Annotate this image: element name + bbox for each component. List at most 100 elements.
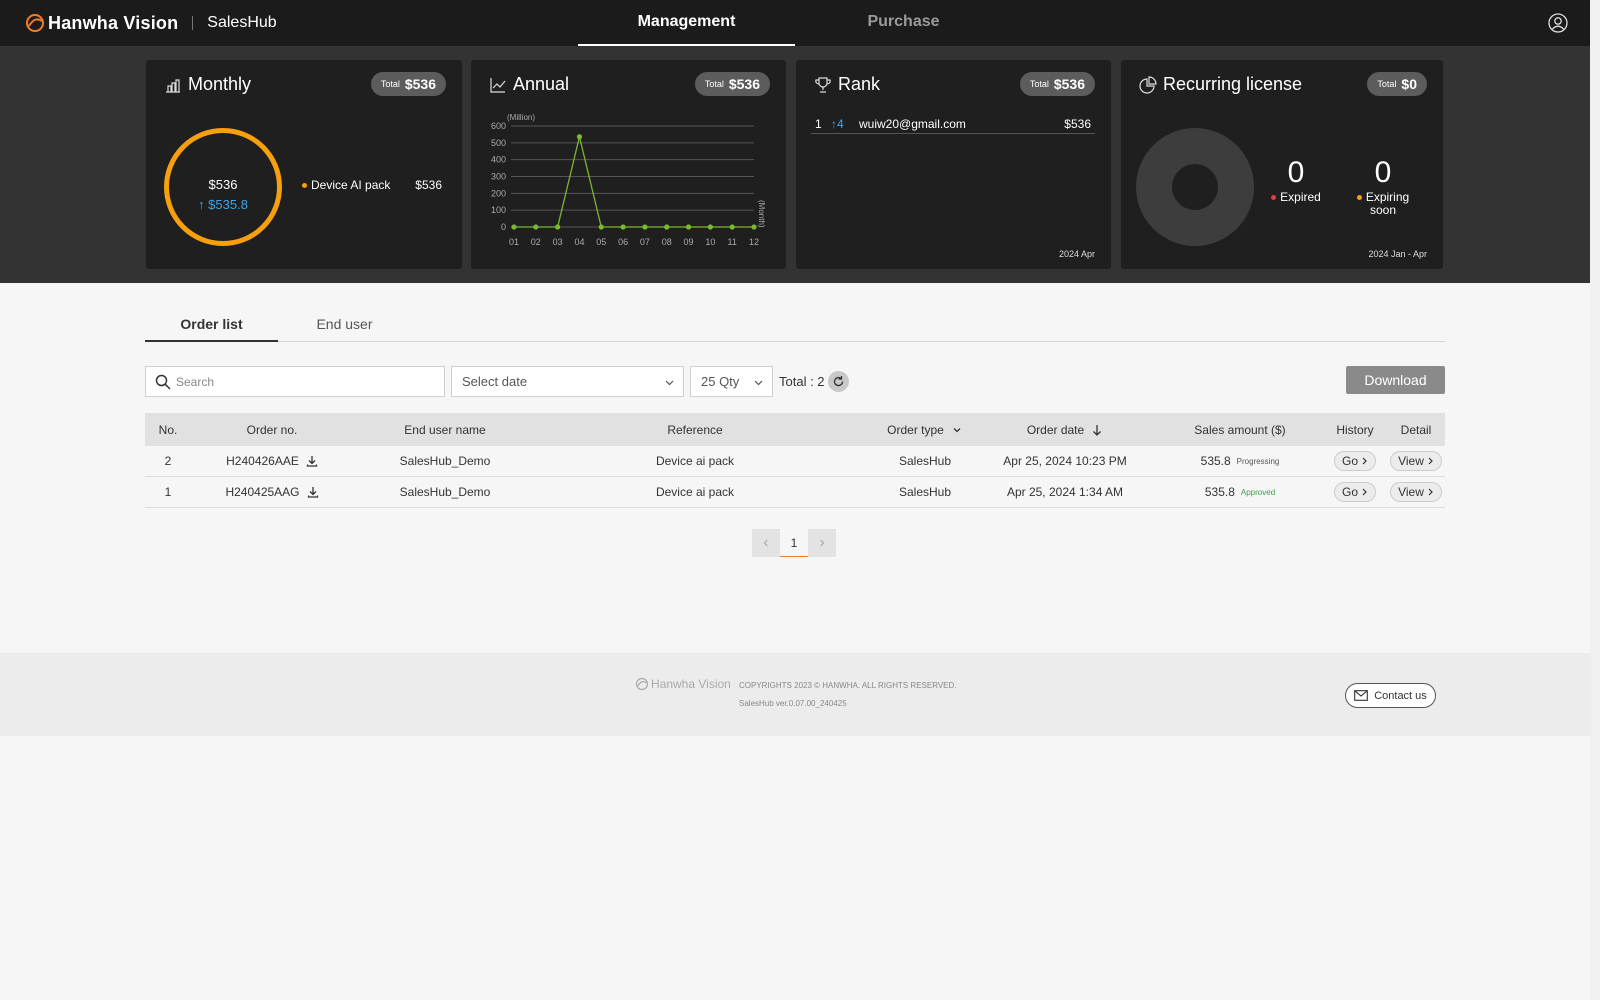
- data-point: [751, 224, 757, 230]
- user-account-icon[interactable]: [1548, 13, 1568, 33]
- order-date: Apr 25, 2024 1:34 AM: [1006, 485, 1124, 499]
- expiring-label-line2: soon: [1369, 203, 1397, 217]
- column-order-date[interactable]: Order date: [990, 413, 1140, 446]
- data-point: [511, 224, 517, 230]
- rank-title: Rank: [838, 74, 881, 94]
- end-user-name: SalesHub_Demo: [399, 485, 491, 499]
- monthly-total-badge: Total $536: [370, 72, 446, 96]
- rank-row[interactable]: 1 ↑4 wuiw20@gmail.com $536: [811, 114, 1095, 134]
- history-go-button[interactable]: Go: [1333, 451, 1376, 471]
- x-tick-label: 08: [662, 237, 672, 247]
- page-number[interactable]: 1: [780, 529, 808, 557]
- data-point: [576, 134, 583, 140]
- hanwha-logo-icon: [635, 677, 649, 691]
- rank-total-badge: Total $536: [1019, 72, 1095, 96]
- data-point: [620, 224, 626, 230]
- brand-name: Hanwha Vision: [48, 12, 179, 33]
- monthly-donut-value: $536: [208, 177, 238, 192]
- table-row[interactable]: 1 H240425AAG SalesHub_Demo Device ai pac…: [145, 477, 1445, 508]
- series-line: [514, 136, 754, 228]
- x-tick-label: 04: [574, 237, 584, 247]
- x-tick-label: 12: [749, 237, 759, 247]
- recurring-donut-chart: [1136, 128, 1254, 246]
- legend-value: $536: [415, 178, 442, 192]
- reference: Device ai pack: [655, 454, 735, 468]
- date-select[interactable]: Select date: [451, 366, 684, 397]
- x-axis-label: (Month): [757, 200, 766, 228]
- content-tabs: Order list End user: [145, 311, 1445, 342]
- chevron-down-icon: [754, 380, 763, 386]
- recurring-total-value: $0: [1401, 76, 1417, 92]
- quantity-select[interactable]: 25 Qty: [690, 366, 773, 397]
- download-icon[interactable]: [307, 486, 319, 498]
- x-tick-label: 01: [509, 237, 519, 247]
- chevron-right-icon: [1362, 457, 1367, 465]
- monthly-card: Monthly Total $536 $536 ↑ $535.8 Device …: [146, 60, 462, 269]
- recurring-license-card: Recurring license Total $0 0 Expired 0 E…: [1121, 60, 1443, 269]
- hanwha-logo-icon: [26, 14, 44, 32]
- rank-email: wuiw20@gmail.com: [859, 116, 966, 131]
- y-tick-label: 300: [491, 172, 506, 182]
- version-text: SalesHub ver.0.07.00_240425: [739, 699, 847, 708]
- bar-chart-icon: [166, 78, 180, 93]
- app-name: SalesHub: [207, 14, 277, 31]
- monthly-legend-item: Device AI pack $536: [302, 178, 442, 192]
- download-button[interactable]: Download: [1346, 366, 1445, 394]
- contact-us-button[interactable]: Contact us: [1345, 683, 1436, 708]
- x-tick-label: 07: [640, 237, 650, 247]
- detail-view-button[interactable]: View: [1390, 451, 1442, 471]
- legend-dot-icon: [302, 183, 307, 189]
- footer: Hanwha Vision COPYRIGHTS 2023 © HANWHA. …: [0, 653, 1590, 736]
- expiring-stat: 0 Expiring soon: [1343, 156, 1423, 216]
- reference: Device ai pack: [655, 485, 735, 499]
- y-tick-label: 500: [491, 138, 506, 148]
- data-point: [533, 224, 539, 230]
- rank-value: $536: [1064, 116, 1091, 131]
- brand-logo[interactable]: Hanwha Vision SalesHub: [24, 12, 277, 34]
- download-icon[interactable]: [306, 455, 318, 467]
- prev-page-button[interactable]: [752, 529, 780, 557]
- pagination: 1: [752, 529, 836, 557]
- table-row[interactable]: 2 H240426AAE SalesHub_Demo Device ai pac…: [145, 446, 1445, 477]
- chevron-down-icon: [953, 427, 961, 432]
- expiring-count: 0: [1374, 156, 1392, 189]
- chevron-right-icon: [1428, 488, 1433, 496]
- status-badge: Approved: [1240, 487, 1276, 497]
- tab-order-list[interactable]: Order list: [145, 311, 278, 342]
- x-tick-label: 09: [684, 237, 694, 247]
- rank-total-value: $536: [1053, 76, 1085, 92]
- y-tick-label: 100: [491, 205, 506, 215]
- rank-number: 1: [815, 116, 822, 131]
- footer-logo: Hanwha Vision: [635, 677, 731, 691]
- nav-tab-purchase[interactable]: Purchase: [795, 0, 1012, 46]
- column-order-no: Order no.: [246, 422, 298, 437]
- expired-count: 0: [1287, 156, 1305, 189]
- column-sales-amount: Sales amount ($): [1194, 422, 1286, 437]
- sort-down-arrow-icon: [1093, 424, 1102, 436]
- nav-tab-management[interactable]: Management: [578, 0, 795, 46]
- page-scrollbar[interactable]: [1590, 0, 1600, 1000]
- expiring-label: Expiring: [1365, 190, 1410, 204]
- status-badge: Progressing: [1236, 456, 1280, 466]
- chevron-right-icon: [1428, 457, 1433, 465]
- column-order-type[interactable]: Order type: [865, 413, 985, 446]
- tab-end-user[interactable]: End user: [278, 311, 411, 342]
- column-detail: Detail: [1400, 422, 1432, 437]
- order-table: No. Order no. End user name Reference Or…: [145, 413, 1445, 508]
- column-end-user: End user name: [404, 422, 486, 437]
- detail-view-button[interactable]: View: [1390, 482, 1442, 502]
- top-navigation-bar: Hanwha Vision SalesHub Management Purcha…: [0, 0, 1590, 46]
- refresh-button[interactable]: [828, 371, 849, 392]
- search-field[interactable]: [145, 366, 445, 397]
- annual-line-chart: 0 100 200 300 400 500 600(Million) (Month) 01 02 0…: [491, 113, 766, 247]
- search-input[interactable]: [176, 371, 436, 393]
- data-point: [707, 224, 713, 230]
- history-go-button[interactable]: Go: [1333, 482, 1376, 502]
- expired-dot-icon: [1271, 195, 1277, 201]
- order-number: H240425AAG: [225, 485, 300, 499]
- chevron-right-icon: [820, 539, 825, 547]
- table-header: No. Order no. End user name Reference Or…: [145, 413, 1445, 446]
- sales-amount: 535.8: [1204, 485, 1235, 499]
- order-number: H240426AAE: [226, 454, 299, 468]
- next-page-button[interactable]: [808, 529, 836, 557]
